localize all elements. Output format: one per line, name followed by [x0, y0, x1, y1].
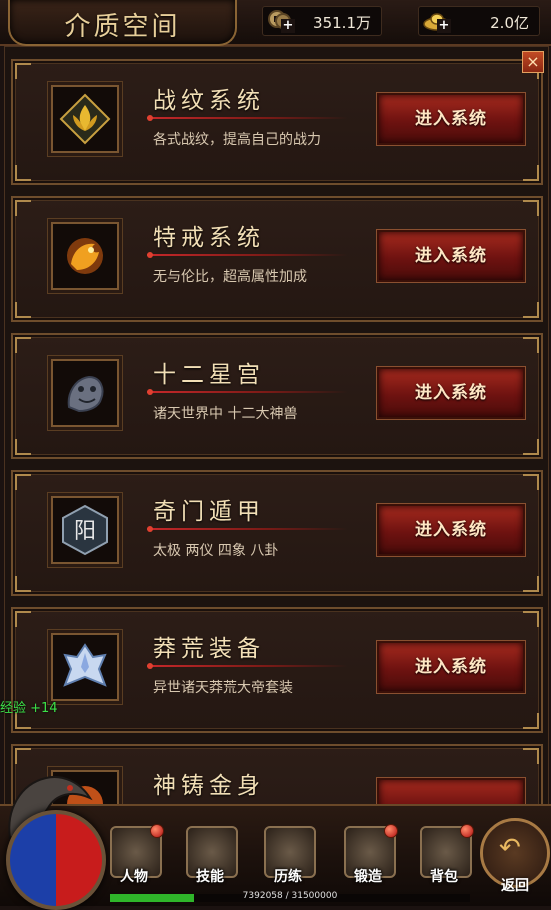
exp-bar-text: 7392058 / 31500000: [242, 891, 338, 901]
notification-dot: [460, 824, 474, 838]
exp-gain-popup: 经验 +14: [0, 701, 58, 716]
return-button[interactable]: ↶ 返回: [480, 818, 550, 894]
title-underline: [147, 115, 347, 121]
system-card-wild-equipment: 莽荒装备 异世诸天莽荒大帝套装 进入系统: [11, 607, 543, 733]
notification-dot: [384, 824, 398, 838]
top-bar: 介质空间 + 351.1万 + 2.0亿: [0, 0, 551, 46]
nav-training[interactable]: 历练: [258, 826, 318, 886]
return-arrow-icon: ↶: [499, 833, 521, 863]
gold-value: 2.0亿: [490, 14, 529, 32]
nav-backpack[interactable]: 背包: [414, 824, 474, 886]
fire-dragon-icon: [51, 222, 119, 290]
stone-beast-icon: [51, 359, 119, 427]
yang-seal-icon: 阳: [51, 496, 119, 564]
title-underline: [147, 389, 347, 395]
close-button[interactable]: ×: [522, 51, 544, 73]
system-card-special-ring: 特戒系统 无与伦比，超高属性加成 进入系统: [11, 196, 543, 322]
nav-label: 技能: [196, 869, 224, 885]
nav-skills[interactable]: 技能: [180, 826, 240, 886]
copper-coin-display: + 351.1万: [262, 6, 382, 36]
enter-system-button[interactable]: 进入系统: [377, 641, 525, 693]
nav-label: 人物: [120, 869, 148, 885]
enter-system-button[interactable]: 进入系统: [377, 93, 525, 145]
title-tab: 介质空间: [8, 0, 237, 46]
system-card-twelve-palaces: 十二星宫 诸天世界中 十二大神兽 进入系统: [11, 333, 543, 459]
nav-label: 背包: [430, 869, 458, 885]
exp-bar: 7392058 / 31500000: [110, 891, 470, 902]
nav-character[interactable]: 人物: [104, 824, 164, 886]
notification-dot: [150, 824, 164, 838]
nav-label: 历练: [274, 869, 302, 885]
system-title: 莽荒装备: [153, 636, 265, 662]
title-underline: [147, 663, 347, 669]
system-card-battle-pattern: 战纹系统 各式战纹，提高自己的战力 进入系统: [11, 59, 543, 185]
enter-system-button[interactable]: 进入系统: [377, 504, 525, 556]
title-underline: [147, 252, 347, 258]
system-panel: × 战纹系统 各式战纹，提高自己的战力 进入系统 特戒系统 无与伦比，超高属性加…: [4, 46, 549, 806]
svg-text:阳: 阳: [74, 519, 96, 544]
system-description: 各式战纹，提高自己的战力: [153, 132, 321, 148]
page-title: 介质空间: [64, 12, 181, 42]
health-mana-orb: [6, 810, 106, 910]
add-coin-button[interactable]: +: [281, 19, 295, 33]
system-card-qimen-dunjia: 阳 奇门遁甲 太极 两仪 四象 八卦 进入系统: [11, 470, 543, 596]
ice-armor-icon: [51, 633, 119, 701]
system-description: 诸天世界中 十二大神兽: [153, 406, 298, 422]
title-underline: [147, 526, 347, 532]
coin-value: 351.1万: [313, 14, 371, 32]
add-gold-button[interactable]: +: [437, 19, 451, 33]
system-title: 特戒系统: [153, 225, 265, 251]
enter-system-button[interactable]: 进入系统: [377, 230, 525, 282]
enter-system-button[interactable]: 进入系统: [377, 367, 525, 419]
system-description: 无与伦比，超高属性加成: [153, 269, 307, 285]
nav-label: 锻造: [354, 869, 382, 885]
return-label: 返回: [501, 878, 529, 894]
system-description: 太极 两仪 四象 八卦: [153, 543, 279, 559]
lotus-emblem-icon: [51, 85, 119, 153]
system-title: 奇门遁甲: [153, 499, 265, 525]
enter-system-button[interactable]: [377, 778, 525, 805]
system-title: 十二星宫: [153, 362, 265, 388]
system-title: 神铸金身: [153, 773, 265, 799]
gold-ingot-display: + 2.0亿: [418, 6, 540, 36]
nav-forge[interactable]: 锻造: [338, 824, 398, 886]
system-title: 战纹系统: [153, 88, 265, 114]
system-description: 异世诸天莽荒大帝套装: [153, 680, 293, 696]
